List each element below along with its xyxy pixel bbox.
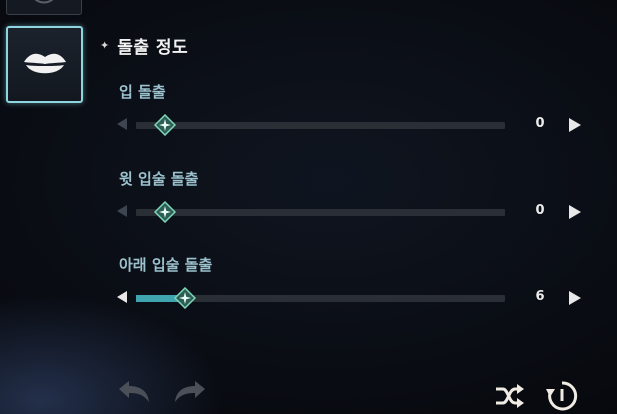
creature-icon xyxy=(34,0,54,4)
decrease-arrow-icon[interactable] xyxy=(117,118,127,130)
redo-button[interactable] xyxy=(170,376,210,406)
decrease-arrow-icon[interactable] xyxy=(117,291,127,303)
increase-arrow-icon[interactable] xyxy=(569,291,581,305)
slider-track[interactable] xyxy=(136,287,505,309)
slider-label-lower-lip-protrusion: 아래 입술 돌출 xyxy=(119,256,213,274)
category-tab-face[interactable] xyxy=(6,0,82,15)
section-title: 돌출 정도 xyxy=(117,38,189,58)
section-header: ✦ 돌출 정도 xyxy=(100,33,188,58)
slider-label-upper-lip-protrusion: 윗 입술 돌출 xyxy=(119,170,199,188)
slider-track[interactable] xyxy=(136,201,505,223)
undo-button[interactable] xyxy=(114,376,154,406)
sparkle-icon: ✦ xyxy=(100,39,110,52)
slider-thumb-icon[interactable] xyxy=(174,287,197,309)
increase-arrow-icon[interactable] xyxy=(569,205,581,219)
slider-value: 0 xyxy=(535,116,545,131)
slider-thumb-icon[interactable] xyxy=(154,201,176,223)
slider-mouth-protrusion[interactable]: 0 xyxy=(117,114,587,136)
slider-value: 0 xyxy=(535,203,545,218)
slider-track[interactable] xyxy=(136,114,505,136)
lips-icon xyxy=(23,53,66,73)
randomize-button[interactable] xyxy=(491,380,527,412)
increase-arrow-icon[interactable] xyxy=(569,118,581,132)
slider-lower-lip-protrusion[interactable]: 6 xyxy=(117,287,587,309)
decrease-arrow-icon[interactable] xyxy=(117,205,127,217)
reset-button[interactable] xyxy=(544,378,580,412)
slider-label-mouth-protrusion: 입 돌출 xyxy=(119,83,166,101)
reset-icon xyxy=(546,381,578,411)
shuffle-icon xyxy=(496,384,524,408)
redo-icon xyxy=(175,381,205,402)
slider-thumb-icon[interactable] xyxy=(154,114,176,136)
slider-upper-lip-protrusion[interactable]: 0 xyxy=(117,201,587,223)
undo-icon xyxy=(119,381,149,402)
slider-value: 6 xyxy=(535,289,545,304)
category-tab-mouth[interactable] xyxy=(6,26,83,103)
